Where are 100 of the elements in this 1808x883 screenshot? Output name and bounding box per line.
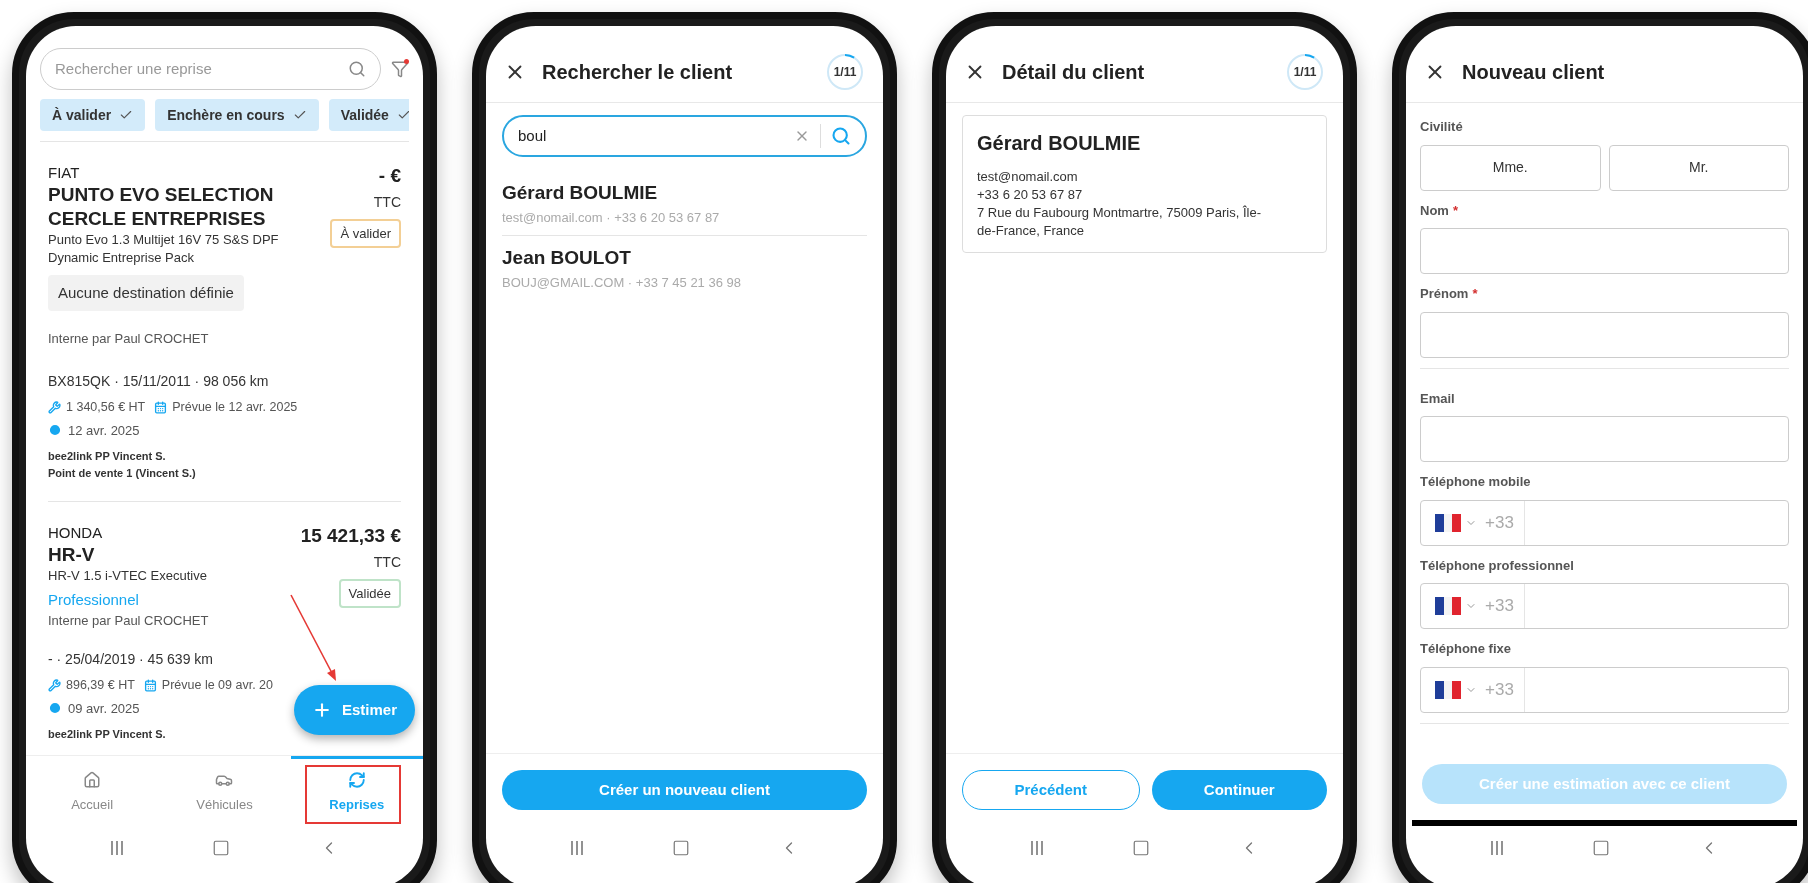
search-field[interactable]: boul (502, 115, 867, 157)
dial-code: +33 (1485, 595, 1514, 618)
client-detail-line: +33 6 20 53 67 87 (977, 186, 1084, 204)
phone-field[interactable]: +33 (1420, 499, 1789, 546)
calendar-icon (143, 678, 157, 692)
vehicle-model: HR-V (48, 542, 96, 567)
recent-apps-icon[interactable] (110, 840, 125, 856)
dial-code: +33 (1485, 511, 1514, 534)
civility-option[interactable]: Mr. (1608, 144, 1789, 191)
point-of-sale: Point de vente 1 (Vincent S.) (48, 465, 197, 481)
civility-option[interactable]: Mme. (1420, 144, 1601, 191)
recent-apps-icon[interactable] (1490, 840, 1505, 856)
flag-icon (1435, 597, 1461, 615)
step-counter: 1/11 (833, 65, 857, 79)
screen-title: Détail du client (1002, 60, 1146, 85)
nav-tab[interactable]: Accueil (26, 756, 159, 826)
nav-tab[interactable]: Véhicules (158, 756, 291, 826)
search-input[interactable]: Rechercher une reprise (55, 57, 348, 81)
filter-chip[interactable]: À valider (40, 99, 146, 131)
client-contact: test@nomail.com · +33 6 20 53 67 87 (502, 208, 721, 227)
destination-tag: Aucune destination définie (48, 274, 244, 312)
field-label: Email (1420, 389, 1455, 408)
dial-code: +33 (1485, 678, 1514, 701)
home-icon[interactable] (1132, 839, 1151, 857)
seller-name: bee2link PP Vincent S. (48, 727, 167, 742)
required-mark: * (1452, 201, 1458, 220)
field-label: Nom (1420, 201, 1449, 220)
origin-text: Interne par Paul CROCHET (48, 330, 210, 349)
client-result[interactable]: Jean BOULOT BOUJ@GMAIL.COM · +33 7 45 21 36 98 (502, 236, 867, 300)
vehicle-model: PUNTO EVO SELECTION CERCLE ENTREPRISES (48, 182, 275, 231)
field-label: Prénom (1420, 285, 1469, 303)
home-icon[interactable] (672, 839, 691, 857)
home-icon (83, 770, 102, 789)
vehicle-info: - · 25/04/2019 · 45 639 km (48, 649, 214, 669)
status-badge: Validée (338, 578, 401, 609)
phone-field[interactable]: +33 (1420, 666, 1789, 713)
price-note: TTC (373, 552, 401, 572)
text-field[interactable] (1420, 311, 1789, 358)
client-result[interactable]: Gérard BOULMIE test@nomail.com · +33 6 20 53 67 87 (502, 171, 867, 236)
filter-icon[interactable] (391, 60, 409, 78)
client-detail-line: test@nomail.com (977, 168, 1079, 186)
recent-apps-icon[interactable] (570, 840, 585, 856)
field-label: Téléphone professionnel (1420, 556, 1574, 575)
estimate-fab[interactable]: Estimer (293, 685, 415, 735)
vehicle-info: BX815QK · 15/11/2011 · 98 056 km (48, 371, 270, 391)
primary-button[interactable]: Continuer (1151, 770, 1327, 810)
progress-ring (1285, 52, 1325, 92)
refresh-icon (347, 770, 366, 789)
phone-field[interactable]: +33 (1420, 583, 1789, 629)
client-contact: BOUJ@GMAIL.COM · +33 7 45 21 36 98 (502, 273, 742, 292)
client-detail-line: 7 Rue du Faubourg Montmartre, 75009 Paris, Île-de-France, France (977, 204, 1262, 240)
status-badge: À valider (330, 218, 401, 249)
vehicle-brand: HONDA (48, 524, 104, 543)
vehicle-version: Punto Evo 1.3 Multijet 16V 75 S&S DPF Dynamic Entreprise Pack (48, 230, 280, 267)
step-counter: 1/11 (1293, 65, 1317, 79)
primary-button[interactable]: Créer un nouveau client (502, 770, 867, 810)
clock-icon (48, 423, 62, 438)
required-mark: * (1472, 285, 1478, 303)
text-field[interactable] (1420, 228, 1789, 274)
client-name: Jean BOULOT (502, 246, 632, 270)
planned-date: Prévue le 12 avr. 2025 (172, 398, 298, 416)
progress-ring (825, 52, 865, 92)
home-icon[interactable] (1592, 839, 1611, 857)
search-input[interactable]: boul (518, 124, 784, 148)
check-icon (292, 108, 307, 122)
price-note: TTC (373, 192, 401, 212)
repair-cost: 896,39 € HT (66, 676, 135, 694)
screen-title: Rechercher le client (542, 60, 734, 85)
client-name: Gérard BOULMIE (977, 131, 1142, 156)
check-icon (119, 108, 134, 122)
price: - € (378, 164, 401, 188)
text-field[interactable] (1420, 416, 1789, 462)
recent-apps-icon[interactable] (1030, 840, 1045, 856)
field-label: Téléphone fixe (1420, 640, 1512, 658)
seller-name: bee2link PP Vincent S. (48, 449, 167, 464)
wrench-icon (48, 678, 61, 692)
vehicle-version: HR-V 1.5 i-VTEC Executive (48, 566, 207, 585)
wrench-icon (48, 400, 61, 414)
date-text: 12 avr. 2025 (68, 421, 140, 440)
origin-text: Interne par Paul CROCHET (48, 612, 210, 631)
field-label: Téléphone mobile (1420, 473, 1531, 491)
price: 15 421,33 € (300, 524, 401, 548)
search-icon[interactable] (348, 60, 366, 78)
flag-icon (1435, 513, 1461, 532)
nav-tab[interactable]: Reprises (290, 756, 423, 826)
vehicle-brand: FIAT (48, 164, 81, 183)
home-icon[interactable] (212, 839, 231, 857)
calendar-icon (154, 400, 168, 414)
back-button[interactable]: Précédent (962, 770, 1140, 810)
search-icon[interactable] (831, 126, 851, 146)
check-icon (396, 108, 409, 122)
client-name: Gérard BOULMIE (502, 181, 659, 205)
channel-label: Professionnel (48, 589, 140, 610)
repair-cost: 1 340,56 € HT (66, 398, 146, 416)
flag-icon (1435, 680, 1461, 699)
field-label: Civilité (1420, 118, 1463, 136)
filter-chip[interactable]: Enchère en cours (155, 99, 319, 131)
filter-chip[interactable]: Validée (328, 99, 409, 131)
clock-icon (48, 701, 62, 716)
date-text: 09 avr. 2025 (68, 699, 140, 718)
